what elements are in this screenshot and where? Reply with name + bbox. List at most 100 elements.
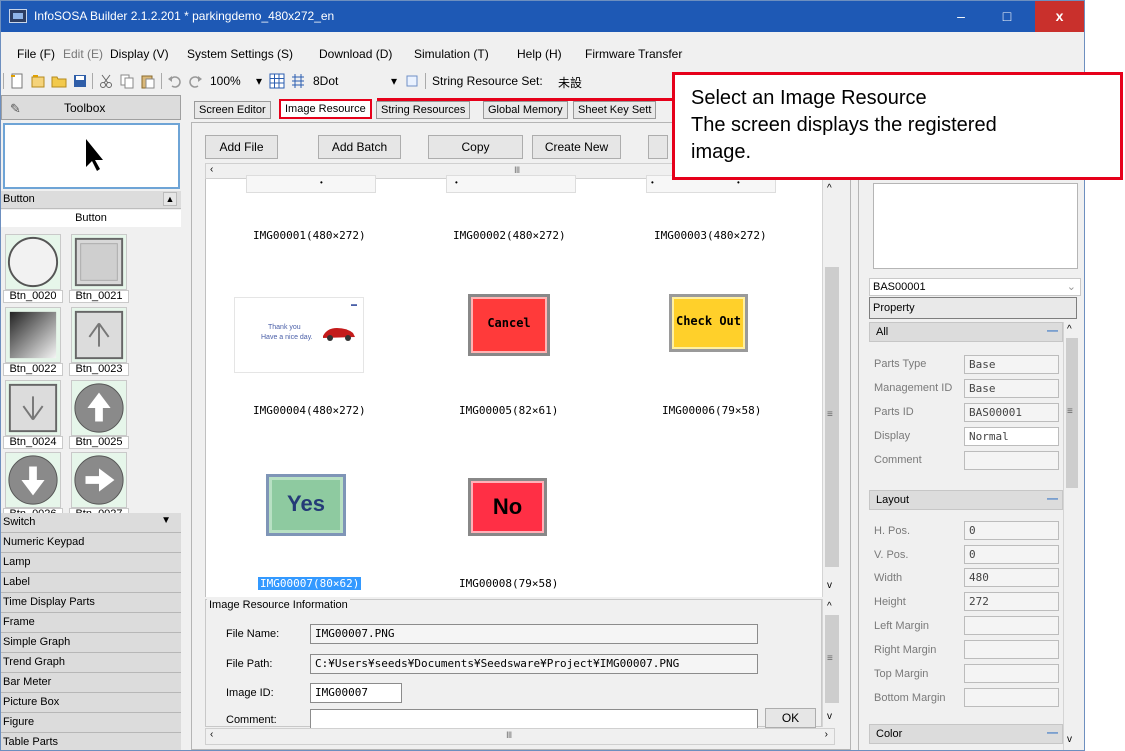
image-thumbnail-2[interactable]: • (446, 175, 576, 193)
copy-button[interactable]: Copy (428, 135, 523, 159)
prop-value[interactable]: 272 (964, 592, 1059, 611)
category-time-display-parts[interactable]: Time Display Parts (1, 593, 181, 613)
toolbox-button-item[interactable]: Btn_0020 (3, 232, 63, 303)
menu-display[interactable]: Display (V) (110, 47, 169, 61)
image-grid-vertical-scrollbar[interactable]: ^ ≡ v (822, 179, 840, 597)
tab-string-resources[interactable]: String Resources (376, 101, 471, 119)
menu-system-settings[interactable]: System Settings (S) (187, 47, 293, 61)
copy-icon[interactable] (119, 73, 135, 89)
collapse-up-icon[interactable]: ▲ (163, 192, 177, 206)
chevron-down-icon[interactable]: ⌄ (1067, 280, 1076, 293)
image-label-selected[interactable]: IMG00007(80×62) (258, 577, 362, 590)
image-label[interactable]: IMG00002(480×272) (453, 229, 566, 242)
undo-icon[interactable] (167, 73, 183, 89)
image-thumbnail-7[interactable]: Yes (266, 474, 346, 536)
scroll-up-icon[interactable]: ^ (827, 601, 832, 612)
toolbox-button-item[interactable]: Btn_0022 (3, 305, 63, 376)
tab-sheet-key-settings[interactable]: Sheet Key Sett (573, 101, 657, 119)
section-all[interactable]: All — (869, 322, 1063, 342)
resource-set-icon[interactable] (404, 73, 420, 89)
toolbox-button-item[interactable]: Btn_0023 (69, 305, 129, 376)
menu-help[interactable]: Help (H) (517, 47, 562, 61)
scroll-left-icon[interactable]: ‹ (210, 729, 213, 740)
save-icon[interactable] (72, 73, 88, 89)
image-label[interactable]: IMG00004(480×272) (253, 404, 366, 417)
scroll-down-icon[interactable]: v (1067, 734, 1072, 745)
category-frame[interactable]: Frame (1, 613, 181, 633)
bottom-horizontal-scrollbar[interactable]: ‹ Ⅲ › (205, 728, 835, 745)
category-picture-box[interactable]: Picture Box (1, 693, 181, 713)
tab-global-memory[interactable]: Global Memory (483, 101, 568, 119)
category-lamp[interactable]: Lamp (1, 553, 181, 573)
maximize-button[interactable]: □ (984, 1, 1030, 32)
category-button-header[interactable]: Button ▲ (1, 191, 181, 209)
menu-file[interactable]: File (F) (17, 47, 55, 61)
collapse-icon[interactable]: — (1047, 493, 1058, 505)
image-label[interactable]: IMG00006(79×58) (662, 404, 761, 417)
scroll-up-icon[interactable]: ^ (1067, 324, 1072, 335)
snap-grid-icon[interactable] (290, 73, 306, 89)
image-label[interactable]: IMG00003(480×272) (654, 229, 767, 242)
image-label[interactable]: IMG00008(79×58) (459, 577, 558, 590)
open-folder-icon[interactable] (51, 73, 67, 89)
zoom-dropdown-icon[interactable]: ▾ (256, 74, 262, 88)
prop-value[interactable] (964, 688, 1059, 707)
prop-value[interactable] (964, 664, 1059, 683)
cut-icon[interactable] (98, 73, 114, 89)
prop-value[interactable] (964, 616, 1059, 635)
tab-property[interactable]: Property (869, 297, 1077, 319)
prop-value[interactable]: Base (964, 379, 1059, 398)
toolbox-button-item[interactable]: Btn_0025 (69, 378, 129, 449)
paste-icon[interactable] (140, 73, 156, 89)
image-label[interactable]: IMG00005(82×61) (459, 404, 558, 417)
category-label[interactable]: Label (1, 573, 181, 593)
prop-value[interactable]: 480 (964, 568, 1059, 587)
grid-icon[interactable] (269, 73, 285, 89)
comment-field[interactable] (310, 709, 758, 729)
add-batch-button[interactable]: Add Batch (318, 135, 401, 159)
scroll-up-icon[interactable]: ^ (827, 183, 832, 194)
prop-value[interactable] (964, 640, 1059, 659)
image-id-field[interactable]: IMG00007 (310, 683, 402, 703)
pointer-tool[interactable] (3, 123, 180, 189)
scroll-down-icon[interactable]: v (827, 711, 832, 722)
toolbox-button-item[interactable]: Btn_0024 (3, 378, 63, 449)
string-resource-set-value[interactable]: 未設 (558, 74, 582, 91)
zoom-level[interactable]: 100% (210, 74, 241, 88)
file-path-field[interactable]: C:¥Users¥seeds¥Documents¥Seedsware¥Proje… (310, 654, 758, 674)
category-figure[interactable]: Figure (1, 713, 181, 733)
section-color[interactable]: Color — (869, 724, 1063, 744)
info-vertical-scrollbar[interactable]: ^ ≡ v (822, 599, 840, 727)
scroll-right-icon[interactable]: › (825, 729, 828, 740)
prop-value[interactable] (964, 451, 1059, 470)
image-thumbnail-4[interactable]: Thank you Have a nice day. ▬ (234, 297, 364, 373)
prop-value[interactable]: BAS00001 (964, 403, 1059, 422)
prop-value[interactable]: 0 (964, 521, 1059, 540)
toolbox-button-item[interactable]: Btn_0027 (69, 450, 129, 521)
new-project-icon[interactable] (30, 73, 46, 89)
category-simple-graph[interactable]: Simple Graph (1, 633, 181, 653)
category-bar-meter[interactable]: Bar Meter (1, 673, 181, 693)
scroll-down-icon[interactable]: v (827, 580, 832, 591)
section-layout[interactable]: Layout — (869, 490, 1063, 510)
image-label[interactable]: IMG00001(480×272) (253, 229, 366, 242)
toolbox-button-item[interactable]: Btn_0026 (3, 450, 63, 521)
menu-download[interactable]: Download (D) (319, 47, 392, 61)
grid-dropdown-icon[interactable]: ▾ (391, 74, 397, 88)
collapse-icon[interactable]: — (1047, 325, 1058, 337)
prop-value[interactable]: Base (964, 355, 1059, 374)
file-name-field[interactable]: IMG00007.PNG (310, 624, 758, 644)
menu-simulation[interactable]: Simulation (T) (414, 47, 489, 61)
prop-value[interactable]: Normal (964, 427, 1059, 446)
category-numeric-keypad[interactable]: Numeric Keypad (1, 533, 181, 553)
category-table-parts[interactable]: Table Parts (1, 733, 181, 750)
category-trend-graph[interactable]: Trend Graph (1, 653, 181, 673)
toolbox-button-item[interactable]: Btn_0021 (69, 232, 129, 303)
image-thumbnail-5[interactable]: Cancel (468, 294, 550, 356)
property-vertical-scrollbar[interactable]: ^ ≡ v (1063, 322, 1079, 750)
add-file-button[interactable]: Add File (205, 135, 278, 159)
create-new-button[interactable]: Create New (532, 135, 621, 159)
collapse-icon[interactable]: — (1047, 727, 1058, 739)
more-actions-button[interactable] (648, 135, 668, 159)
parts-selector[interactable]: BAS00001 ⌄ (869, 278, 1081, 296)
